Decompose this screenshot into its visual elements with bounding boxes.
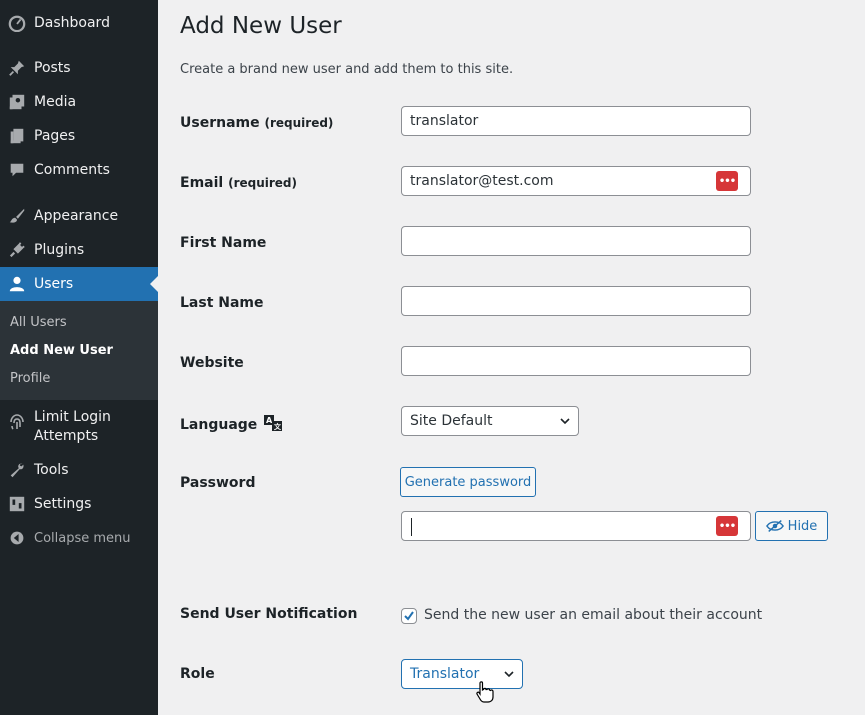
svg-text:A: A [266,416,273,425]
page-intro: Create a brand new user and add them to … [180,62,514,77]
password-manager-icon[interactable]: ••• [716,171,738,191]
menu-tools[interactable]: Tools [0,453,158,487]
menu-dashboard[interactable]: Dashboard [0,6,158,40]
password-label: Password [180,475,256,491]
collapse-menu-button[interactable]: Collapse menu [0,521,158,555]
collapse-icon [0,530,34,546]
menu-plugins[interactable]: Plugins [0,233,158,267]
password-input[interactable]: ••• [401,511,751,541]
role-select[interactable]: Translator [401,659,523,689]
menu-pages[interactable]: Pages [0,119,158,153]
menu-media[interactable]: Media [0,85,158,119]
text-cursor [411,518,412,536]
pages-icon [0,127,34,145]
chevron-down-icon [560,418,570,425]
brush-icon [0,207,34,225]
page-title: Add New User [180,13,342,39]
chevron-down-icon [504,671,514,678]
menu-users[interactable]: Users [0,267,158,301]
hide-password-button[interactable]: Hide [755,511,828,541]
fingerprint-icon [0,408,34,432]
main-content: Add New User Create a brand new user and… [158,0,865,715]
language-select[interactable]: Site Default [401,406,579,436]
website-input[interactable] [401,346,751,376]
translation-icon: A文 [263,414,283,436]
notification-text: Send the new user an email about their a… [424,607,763,623]
wrench-icon [0,461,34,479]
comment-icon [0,161,34,179]
send-notification-checkbox[interactable] [401,608,417,624]
pin-icon [0,59,34,77]
last-name-label: Last Name [180,295,264,311]
password-manager-icon[interactable]: ••• [716,516,738,536]
email-input[interactable]: translator@test.com ••• [401,166,751,196]
notification-label: Send User Notification [180,606,358,622]
website-label: Website [180,355,244,371]
menu-posts[interactable]: Posts [0,51,158,85]
check-icon [404,611,414,621]
plug-icon [0,241,34,259]
admin-sidebar: Dashboard Posts Media Pages Comments App… [0,0,158,715]
submenu-profile[interactable]: Profile [10,371,50,386]
submenu-all-users[interactable]: All Users [10,315,67,330]
eye-slash-icon [765,520,784,532]
menu-comments[interactable]: Comments [0,153,158,187]
language-label: Language A文 [180,414,283,436]
first-name-label: First Name [180,235,267,251]
user-icon [0,275,34,293]
submenu-add-new-user[interactable]: Add New User [10,343,113,358]
hand-cursor-icon [476,681,494,703]
menu-appearance[interactable]: Appearance [0,199,158,233]
menu-settings[interactable]: Settings [0,487,158,521]
media-icon [0,93,34,111]
last-name-input[interactable] [401,286,751,316]
settings-icon [0,495,34,513]
menu-limit-login[interactable]: Limit Login Attempts [0,400,158,448]
first-name-input[interactable] [401,226,751,256]
email-label: Email (required) [180,175,297,191]
role-label: Role [180,666,215,682]
dashboard-icon [0,14,34,32]
username-label: Username (required) [180,115,334,131]
generate-password-button[interactable]: Generate password [400,467,536,497]
menu-limit-login-label: Limit Login Attempts [34,409,111,444]
users-submenu: All Users Add New User Profile [0,301,158,400]
svg-text:文: 文 [274,422,282,431]
username-input[interactable]: translator [401,106,751,136]
